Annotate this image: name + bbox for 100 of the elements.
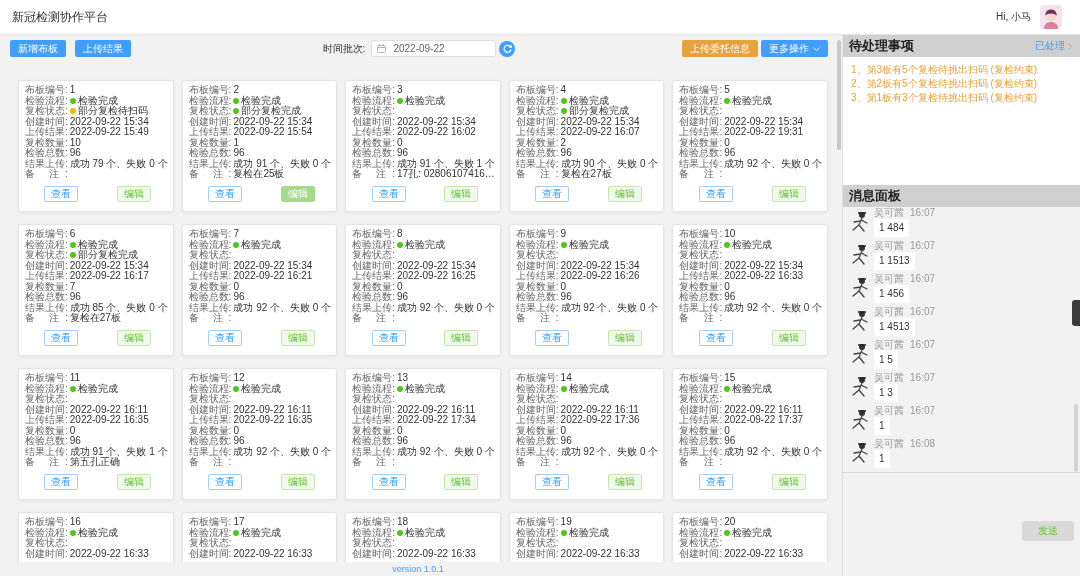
field-value: 检验完成 xyxy=(568,239,609,250)
field-value: 2022-09-22 16:35 xyxy=(233,415,313,426)
field-value: 2022-09-22 15:34 xyxy=(233,260,313,271)
edit-button[interactable]: 编辑 xyxy=(444,473,479,490)
view-button[interactable]: 查看 xyxy=(44,329,79,346)
field-label: 检验流程: xyxy=(679,383,723,394)
field-label: 复检状态: xyxy=(515,106,559,116)
version-label: version 1.0.1 xyxy=(392,563,444,575)
field-label: 复检数量: xyxy=(352,425,395,436)
message-bubble: 1 4513 xyxy=(874,318,915,336)
field-label: 检验总数: xyxy=(679,148,723,158)
view-button[interactable]: 查看 xyxy=(535,185,570,202)
field-label: 复检数量: xyxy=(188,137,232,148)
field-value: 2022-09-22 17:36 xyxy=(560,415,640,426)
edit-button[interactable]: 编辑 xyxy=(771,329,806,346)
field-value: 2022-09-22 16:33 xyxy=(560,548,640,559)
field-label: 检验总数: xyxy=(515,292,559,302)
field-label: 创建时间: xyxy=(25,404,68,415)
view-button[interactable]: 查看 xyxy=(208,185,242,202)
field-value: 2022-09-22 16:11 xyxy=(396,404,476,415)
field-label: 布板编号: xyxy=(679,229,723,240)
field-value: 8 xyxy=(396,229,403,240)
field-label: 创建时间: xyxy=(352,116,395,127)
field-label: 创建时间: xyxy=(188,260,232,271)
side-handle[interactable] xyxy=(1072,300,1080,326)
view-button[interactable]: 查看 xyxy=(371,473,406,490)
field-value: 2022-09-22 15:34 xyxy=(560,116,640,127)
field-label: 结果上传: xyxy=(352,302,395,313)
field-label: 备 注: xyxy=(188,457,232,468)
view-button[interactable]: 查看 xyxy=(371,329,406,346)
field-value: 96 xyxy=(396,436,409,446)
field-value: 成功 92 个、失败 0 个 xyxy=(396,302,495,313)
processed-link[interactable]: 已处理 xyxy=(1035,39,1072,53)
field-label: 检验流程: xyxy=(352,95,395,106)
edit-button[interactable]: 编辑 xyxy=(444,185,479,202)
field-label: 上传结果: xyxy=(25,415,68,426)
edit-button[interactable]: 编辑 xyxy=(608,185,642,202)
field-label: 复检状态: xyxy=(188,394,232,404)
send-button[interactable]: 发送 xyxy=(1022,521,1074,541)
field-label: 检验总数: xyxy=(352,148,395,158)
field-value: 0 xyxy=(396,137,403,148)
field-value: 96 xyxy=(560,292,572,302)
view-button[interactable]: 查看 xyxy=(208,329,242,346)
edit-button[interactable]: 编辑 xyxy=(117,329,152,346)
field-value: 0 xyxy=(724,425,730,436)
edit-button[interactable]: 编辑 xyxy=(771,473,806,490)
edit-button[interactable]: 编辑 xyxy=(117,185,152,202)
field-value: 检验完成 xyxy=(404,527,445,538)
field-label: 检验总数: xyxy=(25,436,68,446)
view-button[interactable]: 查看 xyxy=(44,185,79,202)
toolbar-button[interactable]: 上传委托信息 xyxy=(682,40,758,57)
field-value: 检验完成 xyxy=(732,95,773,106)
field-value: 2 xyxy=(560,137,567,148)
field-label: 创建时间: xyxy=(25,548,68,559)
edit-button[interactable]: 编辑 xyxy=(608,473,642,490)
field-value: 7 xyxy=(69,281,76,292)
field-value: 2022-09-22 15:34 xyxy=(233,116,313,127)
view-button[interactable]: 查看 xyxy=(208,473,242,490)
field-label: 布板编号: xyxy=(188,373,232,384)
avatar-icon[interactable] xyxy=(1040,5,1062,29)
field-label: 备 注: xyxy=(679,313,723,324)
edit-button[interactable]: 编辑 xyxy=(117,473,152,490)
view-button[interactable]: 查看 xyxy=(535,329,570,346)
field-label: 复检数量: xyxy=(352,137,395,148)
pending-item[interactable]: 2、第2板有5个复检待挑出扫码 (复检约束) xyxy=(851,77,1038,91)
edit-button[interactable]: 编辑 xyxy=(608,329,642,346)
pending-item[interactable]: 3、第1板有3个复检待挑出扫码 (复检约束) xyxy=(851,91,1038,105)
field-value: 2 xyxy=(233,85,239,96)
edit-button[interactable]: 编辑 xyxy=(771,185,806,202)
field-value: 96 xyxy=(69,436,81,446)
edit-button[interactable]: 编辑 xyxy=(280,185,315,202)
field-label: 结果上传: xyxy=(679,302,723,313)
field-value: 96 xyxy=(233,148,245,158)
sender-name: 吴可茜 xyxy=(874,306,904,317)
edit-button[interactable]: 编辑 xyxy=(444,329,479,346)
view-button[interactable]: 查看 xyxy=(44,473,79,490)
field-label: 布板编号: xyxy=(352,517,395,528)
toolbar-button[interactable]: 新增布板 xyxy=(10,40,66,57)
pending-item[interactable]: 1、第3板有5个复检待挑出扫码 (复检约束) xyxy=(851,63,1038,77)
view-button[interactable]: 查看 xyxy=(698,329,733,346)
view-button[interactable]: 查看 xyxy=(698,185,733,202)
message-bubble: 1 3 xyxy=(874,384,898,402)
field-label: 备 注: xyxy=(25,169,68,180)
field-label: 创建时间: xyxy=(188,404,232,415)
field-value: 10 xyxy=(69,137,81,148)
date-field[interactable]: 2022-09-22 xyxy=(371,40,497,57)
view-button[interactable]: 查看 xyxy=(535,473,570,490)
field-label: 复检数量: xyxy=(352,281,395,292)
view-button[interactable]: 查看 xyxy=(698,473,733,490)
field-label: 上传结果: xyxy=(188,415,232,426)
field-label: 复检状态: xyxy=(679,394,723,404)
refresh-button[interactable] xyxy=(499,40,516,57)
edit-button[interactable]: 编辑 xyxy=(280,329,315,346)
toolbar-button[interactable]: 上传结果 xyxy=(75,40,131,57)
field-label: 结果上传: xyxy=(515,446,559,457)
view-button[interactable]: 查看 xyxy=(371,185,406,202)
field-label: 检验总数: xyxy=(25,148,68,158)
field-label: 布板编号: xyxy=(679,517,723,528)
edit-button[interactable]: 编辑 xyxy=(280,473,315,490)
dropdown-button[interactable]: 更多操作 xyxy=(761,40,828,57)
